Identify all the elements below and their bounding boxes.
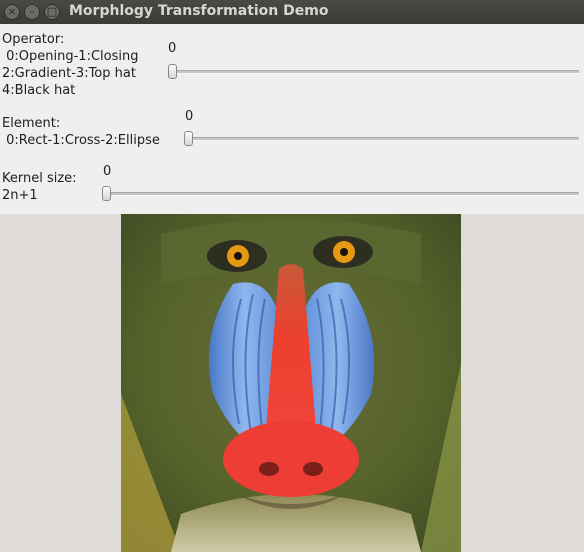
title-bar: × – □ Morphlogy Transformation Demo xyxy=(0,0,584,24)
kernel-value: 0 xyxy=(103,164,112,179)
mandrill-image xyxy=(121,214,461,552)
operator-slider-thumb[interactable] xyxy=(168,64,177,79)
operator-value: 0 xyxy=(168,41,177,56)
element-slider-thumb[interactable] xyxy=(184,131,193,146)
trackbar-panel: Operator: 0:Opening-1:Closing 2:Gradient… xyxy=(0,24,584,214)
element-label: Element: 0:Rect-1:Cross-2:Ellipse xyxy=(2,116,160,148)
window-title: Morphlogy Transformation Demo xyxy=(69,3,329,19)
minimize-icon[interactable]: – xyxy=(24,4,40,20)
operator-slider-track[interactable] xyxy=(168,70,579,74)
kernel-label: Kernel size: 2n+1 xyxy=(2,171,77,203)
element-value: 0 xyxy=(185,109,194,124)
operator-label: Operator: 0:Opening-1:Closing 2:Gradient… xyxy=(2,32,139,98)
mandrill-illustration xyxy=(121,214,461,552)
kernel-slider-track[interactable] xyxy=(103,192,579,196)
maximize-icon[interactable]: □ xyxy=(44,4,60,20)
element-slider-track[interactable] xyxy=(185,137,579,141)
close-icon[interactable]: × xyxy=(4,4,20,20)
kernel-slider-thumb[interactable] xyxy=(102,186,111,201)
